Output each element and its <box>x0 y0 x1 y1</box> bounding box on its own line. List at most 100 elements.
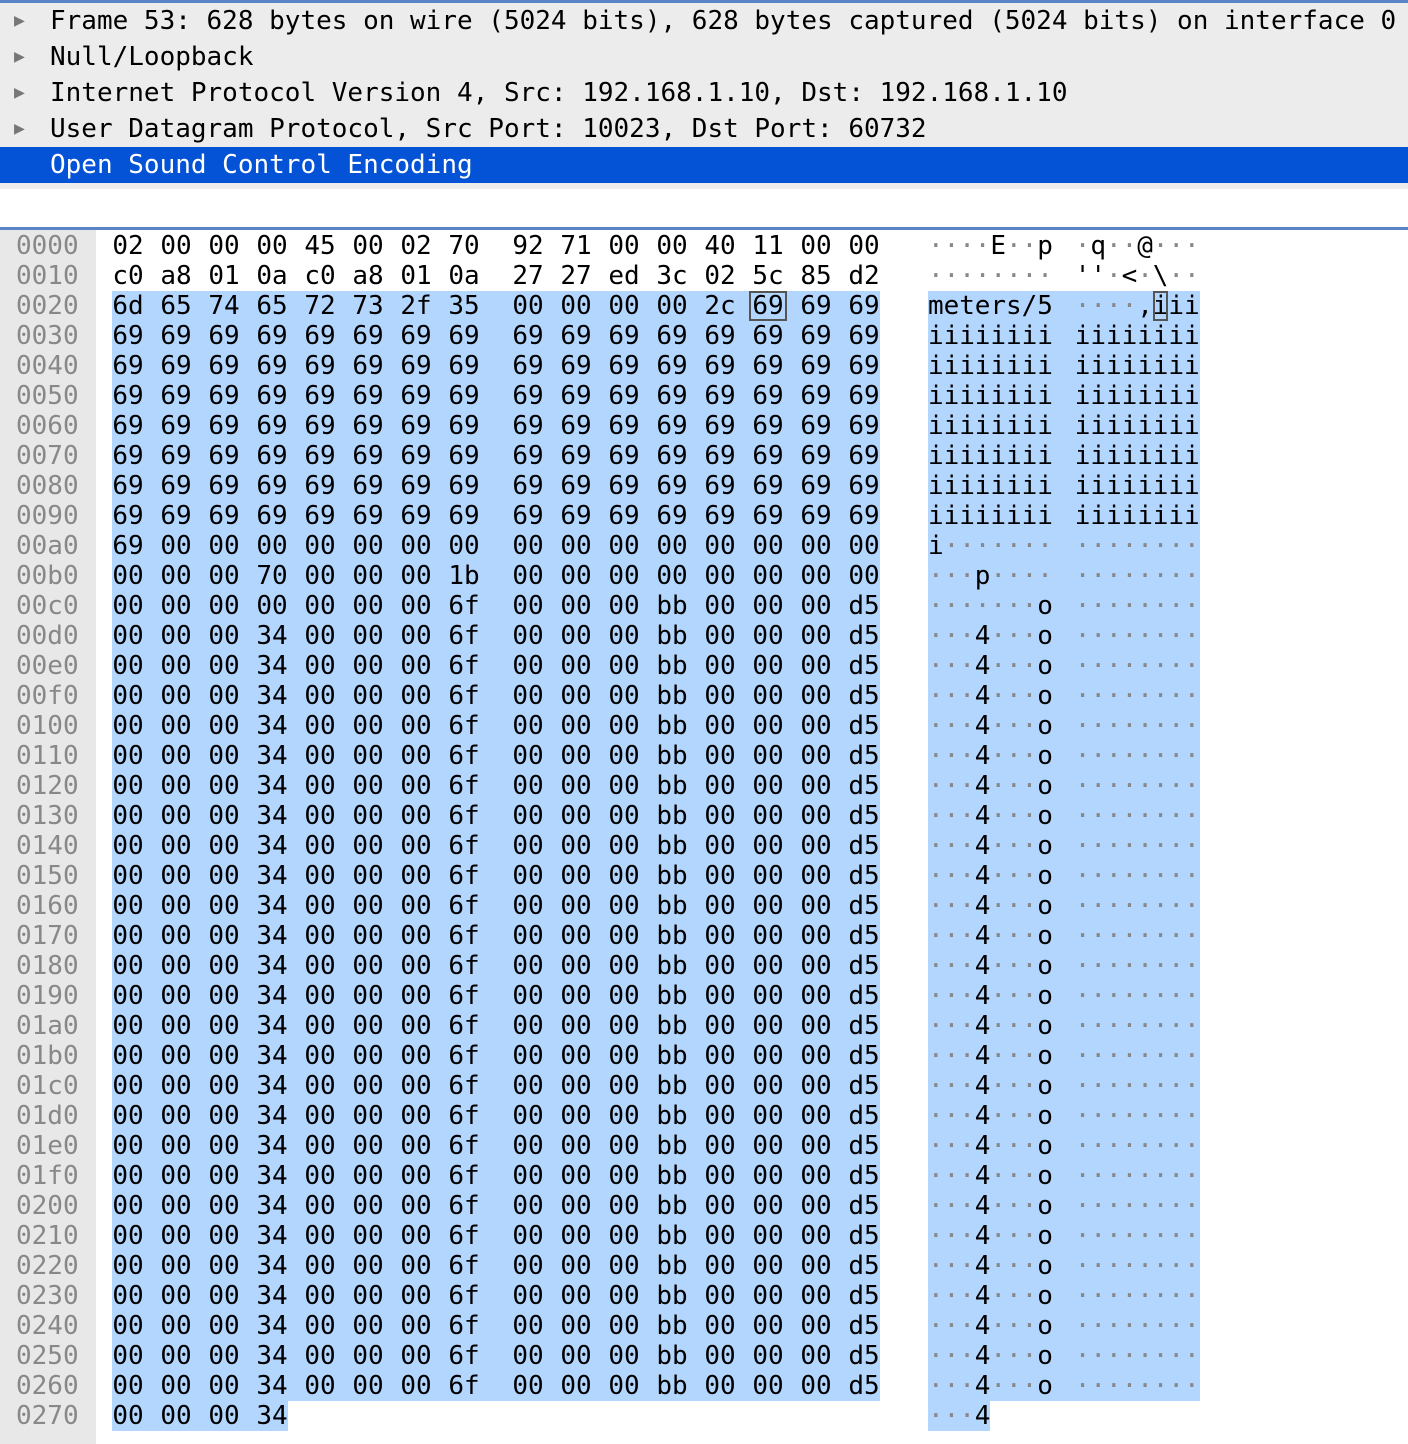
ascii-char[interactable]: i <box>944 351 960 381</box>
hex-byte[interactable]: bb <box>653 771 691 801</box>
ascii-char[interactable]: · <box>990 801 1006 831</box>
ascii-char[interactable]: i <box>1168 441 1184 471</box>
ascii-char[interactable]: · <box>928 1401 944 1431</box>
hex-byte[interactable]: 34 <box>253 1401 291 1431</box>
hex-byte[interactable]: 00 <box>301 891 339 921</box>
hex-byte[interactable]: 00 <box>797 981 835 1011</box>
ascii-char[interactable]: · <box>1037 561 1053 591</box>
hex-byte[interactable]: 00 <box>109 1281 147 1311</box>
ascii-char[interactable]: i <box>1168 351 1184 381</box>
ascii-char[interactable]: i <box>1106 501 1122 531</box>
ascii-char[interactable]: · <box>1153 1281 1169 1311</box>
hex-byte[interactable]: 69 <box>845 321 883 351</box>
ascii-char[interactable]: · <box>990 1131 1006 1161</box>
hex-byte[interactable]: 69 <box>797 471 835 501</box>
hex-byte[interactable]: 69 <box>205 381 243 411</box>
hex-byte[interactable]: 00 <box>509 561 547 591</box>
hex-byte[interactable]: 00 <box>797 1161 835 1191</box>
hex-byte[interactable]: 00 <box>797 891 835 921</box>
ascii-char[interactable]: i <box>990 381 1006 411</box>
hex-byte[interactable]: 00 <box>797 1011 835 1041</box>
ascii-char[interactable]: · <box>1137 1161 1153 1191</box>
ascii-char[interactable]: · <box>1106 951 1122 981</box>
ascii-char[interactable]: · <box>1168 1221 1184 1251</box>
hex-byte[interactable]: 69 <box>605 381 643 411</box>
ascii-char[interactable]: · <box>1106 1071 1122 1101</box>
hex-byte[interactable]: 69 <box>301 381 339 411</box>
hex-byte[interactable]: 69 <box>701 381 739 411</box>
ascii-char[interactable]: · <box>1122 951 1138 981</box>
ascii-char[interactable]: o <box>1037 741 1053 771</box>
ascii-char[interactable]: · <box>1106 711 1122 741</box>
ascii-char[interactable]: · <box>944 1221 960 1251</box>
hex-byte[interactable]: d5 <box>845 711 883 741</box>
ascii-char[interactable]: i <box>1022 381 1038 411</box>
ascii-char[interactable]: o <box>1037 861 1053 891</box>
ascii-char[interactable]: o <box>1037 1311 1053 1341</box>
ascii-char[interactable]: · <box>959 831 975 861</box>
ascii-char[interactable]: · <box>1006 1071 1022 1101</box>
hex-byte[interactable]: 00 <box>749 531 787 561</box>
ascii-char[interactable]: · <box>1006 981 1022 1011</box>
hex-byte[interactable]: 00 <box>605 741 643 771</box>
hex-byte[interactable]: 69 <box>701 411 739 441</box>
ascii-char[interactable]: · <box>959 1311 975 1341</box>
hex-byte[interactable]: 69 <box>653 501 691 531</box>
ascii-char[interactable]: · <box>928 861 944 891</box>
hex-byte[interactable]: 00 <box>797 921 835 951</box>
ascii-char[interactable]: · <box>1137 861 1153 891</box>
ascii-char[interactable]: · <box>1122 1071 1138 1101</box>
hex-byte[interactable]: 00 <box>397 1011 435 1041</box>
ascii-char[interactable]: i <box>1168 471 1184 501</box>
hex-byte[interactable]: 00 <box>157 1341 195 1371</box>
hex-byte[interactable]: 0a <box>253 261 291 291</box>
hex-byte[interactable]: 69 <box>557 321 595 351</box>
ascii-char[interactable]: · <box>928 621 944 651</box>
ascii-char[interactable]: · <box>944 1161 960 1191</box>
ascii-char[interactable]: · <box>1122 621 1138 651</box>
ascii-char[interactable]: · <box>975 591 991 621</box>
ascii-char[interactable]: i <box>1090 381 1106 411</box>
hex-byte[interactable]: 00 <box>205 1161 243 1191</box>
hex-byte[interactable]: a8 <box>157 261 195 291</box>
ascii-char[interactable]: 4 <box>975 1311 991 1341</box>
ascii-char[interactable]: i <box>990 321 1006 351</box>
hex-byte[interactable]: 00 <box>797 711 835 741</box>
ascii-char[interactable]: 4 <box>975 741 991 771</box>
hex-byte[interactable]: 00 <box>797 651 835 681</box>
ascii-char[interactable]: q <box>1090 231 1106 261</box>
hex-byte[interactable]: 00 <box>205 1131 243 1161</box>
hex-byte[interactable]: 00 <box>605 291 643 321</box>
ascii-char[interactable]: · <box>1090 681 1106 711</box>
hex-byte[interactable]: 00 <box>109 1341 147 1371</box>
hex-byte[interactable]: 69 <box>797 501 835 531</box>
hex-byte[interactable]: 00 <box>349 1161 387 1191</box>
hex-byte[interactable]: 00 <box>157 531 195 561</box>
ascii-char[interactable]: o <box>1037 1251 1053 1281</box>
hex-byte[interactable]: 00 <box>397 1221 435 1251</box>
ascii-char[interactable]: · <box>959 861 975 891</box>
hex-byte[interactable]: 69 <box>797 381 835 411</box>
ascii-char[interactable]: · <box>1075 681 1091 711</box>
hex-byte[interactable]: 00 <box>205 831 243 861</box>
ascii-char[interactable]: · <box>1153 921 1169 951</box>
hex-byte[interactable]: 69 <box>509 441 547 471</box>
ascii-char[interactable]: · <box>1122 741 1138 771</box>
ascii-char[interactable]: · <box>944 651 960 681</box>
ascii-char[interactable]: · <box>1022 1011 1038 1041</box>
ascii-char[interactable]: · <box>928 1161 944 1191</box>
hex-byte[interactable]: 00 <box>301 861 339 891</box>
ascii-char[interactable]: · <box>1137 1371 1153 1401</box>
ascii-char[interactable]: · <box>1006 741 1022 771</box>
hex-byte[interactable]: d5 <box>845 1311 883 1341</box>
hex-byte[interactable]: 72 <box>301 291 339 321</box>
ascii-char[interactable]: · <box>1184 1251 1200 1281</box>
hex-byte[interactable]: 00 <box>397 921 435 951</box>
hex-byte[interactable]: 73 <box>349 291 387 321</box>
hex-byte[interactable]: 00 <box>653 231 691 261</box>
ascii-char[interactable]: · <box>990 951 1006 981</box>
ascii-char[interactable]: · <box>928 951 944 981</box>
hex-byte[interactable]: 69 <box>845 291 883 321</box>
triangle-right-icon[interactable]: ▶ <box>14 39 32 75</box>
ascii-char[interactable]: · <box>1037 531 1053 561</box>
